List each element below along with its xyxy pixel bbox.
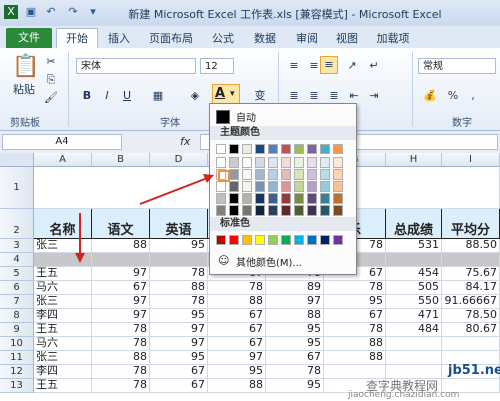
arrow-head-icon	[75, 253, 85, 263]
annotation-arrows	[75, 174, 214, 263]
watermark-site: jb51.net	[448, 363, 500, 378]
watermark-url: jiaocheng.chazidian.com	[348, 390, 460, 400]
arrow-to-swatch	[139, 176, 211, 205]
